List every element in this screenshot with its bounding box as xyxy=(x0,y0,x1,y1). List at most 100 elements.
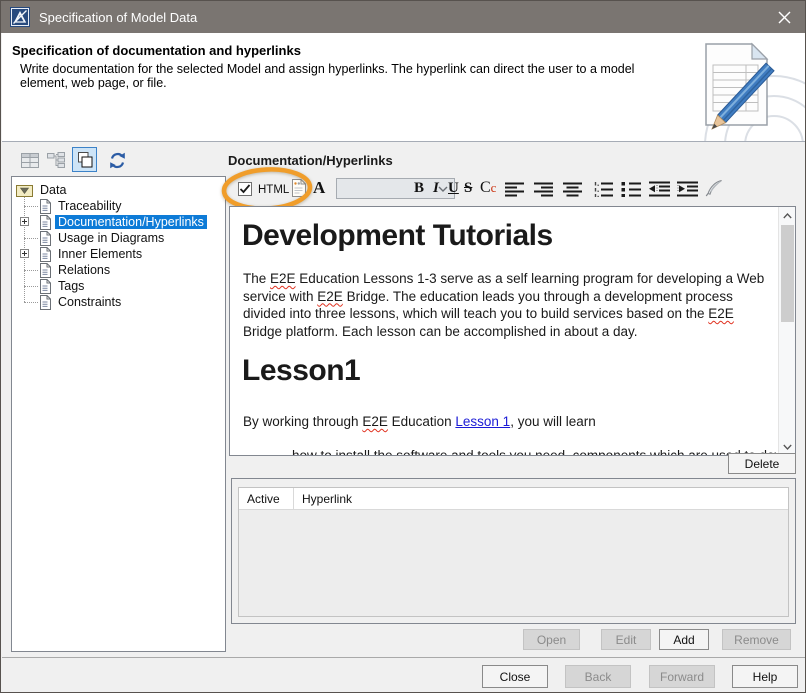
expand-icon[interactable] xyxy=(20,249,29,258)
align-right-icon xyxy=(534,182,553,197)
editor-heading-2: Lesson1 xyxy=(242,354,360,388)
window-title: Specification of Model Data xyxy=(39,10,197,25)
check-icon xyxy=(239,183,251,195)
header-title: Specification of documentation and hyper… xyxy=(12,43,301,58)
html-checkbox[interactable] xyxy=(238,182,252,196)
overlap-view-button[interactable] xyxy=(72,147,97,172)
expand-icon[interactable] xyxy=(20,217,29,226)
forward-button: Forward xyxy=(649,665,715,688)
bullet-list-button[interactable] xyxy=(621,182,641,197)
edit-button: Edit xyxy=(601,629,651,650)
chevron-down-icon xyxy=(438,186,448,192)
open-button: Open xyxy=(523,629,580,650)
font-button[interactable]: A xyxy=(313,178,325,198)
tree-item-label: Data xyxy=(37,183,69,197)
align-right-button[interactable] xyxy=(534,182,553,197)
scrollbar-thumb[interactable] xyxy=(781,225,794,322)
tree-item-usage-in-diagrams[interactable]: Usage in Diagrams xyxy=(39,230,167,246)
tree-connector xyxy=(24,302,38,303)
tree-view-icon xyxy=(47,152,65,168)
tree-connector xyxy=(24,286,38,287)
tree-connector xyxy=(24,206,38,207)
bold-button[interactable]: B xyxy=(414,180,424,197)
tree-item-data[interactable]: Data xyxy=(16,182,69,198)
tree-item-constraints[interactable]: Constraints xyxy=(39,294,124,310)
hyperlink-table[interactable]: Active Hyperlink xyxy=(238,487,789,617)
tree-item-relations[interactable]: Relations xyxy=(39,262,113,278)
grid-view-icon xyxy=(21,153,39,168)
markup-page-button[interactable] xyxy=(291,179,306,197)
chevron-up-icon xyxy=(783,213,792,219)
refresh-button[interactable] xyxy=(105,149,129,171)
quill-icon xyxy=(705,179,723,197)
document-icon xyxy=(39,247,51,262)
specification-dialog: Specification of Model Data Specificatio… xyxy=(0,0,806,693)
documentation-editor[interactable]: Development Tutorials The E2E Education … xyxy=(229,206,796,456)
back-button: Back xyxy=(565,665,631,688)
align-center-button[interactable] xyxy=(563,182,582,197)
overlap-view-icon xyxy=(77,152,93,168)
column-header-hyperlink: Hyperlink xyxy=(293,488,788,509)
document-icon xyxy=(39,199,51,214)
delete-button[interactable]: Delete xyxy=(728,453,796,474)
misspelled-word: E2E xyxy=(708,306,734,321)
title-bar: Specification of Model Data xyxy=(1,1,806,33)
hyperlink-quill-button[interactable] xyxy=(705,179,723,197)
close-dialog-button[interactable]: Close xyxy=(482,665,548,688)
grid-view-button[interactable] xyxy=(18,149,42,171)
scroll-up-button[interactable] xyxy=(779,207,796,224)
header-description: Write documentation for the selected Mod… xyxy=(20,62,680,90)
tree-item-inner-elements[interactable]: Inner Elements xyxy=(39,246,145,262)
indent-button[interactable] xyxy=(677,181,698,197)
tree-item-label: Documentation/Hyperlinks xyxy=(55,215,207,229)
editor-paragraph-2: By working through E2E Education Lesson … xyxy=(243,413,783,431)
tree-item-label: Relations xyxy=(55,263,113,277)
editor-heading-1: Development Tutorials xyxy=(242,219,553,253)
hyperlink-table-header: Active Hyperlink xyxy=(239,488,788,510)
hyperlink-group: Active Hyperlink xyxy=(231,478,796,624)
numbered-list-icon xyxy=(593,182,613,197)
misspelled-word: E2E xyxy=(270,271,296,286)
tree-item-tags[interactable]: Tags xyxy=(39,278,87,294)
tree-view-button[interactable] xyxy=(44,149,68,171)
chevron-down-icon xyxy=(783,444,792,450)
editor-clipped-line: how to install the software and tools yo… xyxy=(292,447,772,456)
document-icon xyxy=(39,279,51,294)
remove-button: Remove xyxy=(722,629,791,650)
html-checkbox-label: HTML xyxy=(258,184,289,196)
italic-button[interactable]: I xyxy=(433,180,439,197)
editor-scrollbar[interactable] xyxy=(778,207,795,455)
refresh-icon xyxy=(109,152,126,169)
tree-item-traceability[interactable]: Traceability xyxy=(39,198,124,214)
case-upper: C xyxy=(480,179,491,196)
outdent-icon xyxy=(649,181,670,197)
tree-item-label: Usage in Diagrams xyxy=(55,231,167,245)
align-left-button[interactable] xyxy=(505,182,524,197)
package-icon xyxy=(16,184,33,197)
misspelled-word: E2E xyxy=(362,414,388,429)
close-button[interactable] xyxy=(761,1,806,33)
footer-separator xyxy=(2,657,806,658)
tree-item-label: Inner Elements xyxy=(55,247,145,261)
change-case-button[interactable]: Cc xyxy=(480,179,496,197)
help-button[interactable]: Help xyxy=(732,665,798,688)
tree-item-label: Constraints xyxy=(55,295,124,309)
underline-button[interactable]: U xyxy=(448,180,459,197)
add-button[interactable]: Add xyxy=(659,629,709,650)
tree-item-documentation-hyperlinks[interactable]: Documentation/Hyperlinks xyxy=(39,214,207,230)
panel-title: Documentation/Hyperlinks xyxy=(228,153,393,168)
outdent-button[interactable] xyxy=(649,181,670,197)
magicdraw-app-icon xyxy=(10,7,30,27)
indent-icon xyxy=(677,181,698,197)
tree-item-label: Traceability xyxy=(55,199,124,213)
tree-connector xyxy=(24,238,38,239)
document-icon xyxy=(39,215,51,230)
strikethrough-button[interactable]: S xyxy=(464,180,472,197)
tree-connector xyxy=(24,270,38,271)
numbered-list-button[interactable] xyxy=(593,182,613,197)
lesson-1-link[interactable]: Lesson 1 xyxy=(455,414,510,429)
editor-paragraph-1: The E2E Education Lessons 1-3 serve as a… xyxy=(243,270,770,340)
column-header-active: Active xyxy=(239,488,293,509)
markup-page-icon xyxy=(291,179,306,197)
case-lower: c xyxy=(491,180,497,195)
